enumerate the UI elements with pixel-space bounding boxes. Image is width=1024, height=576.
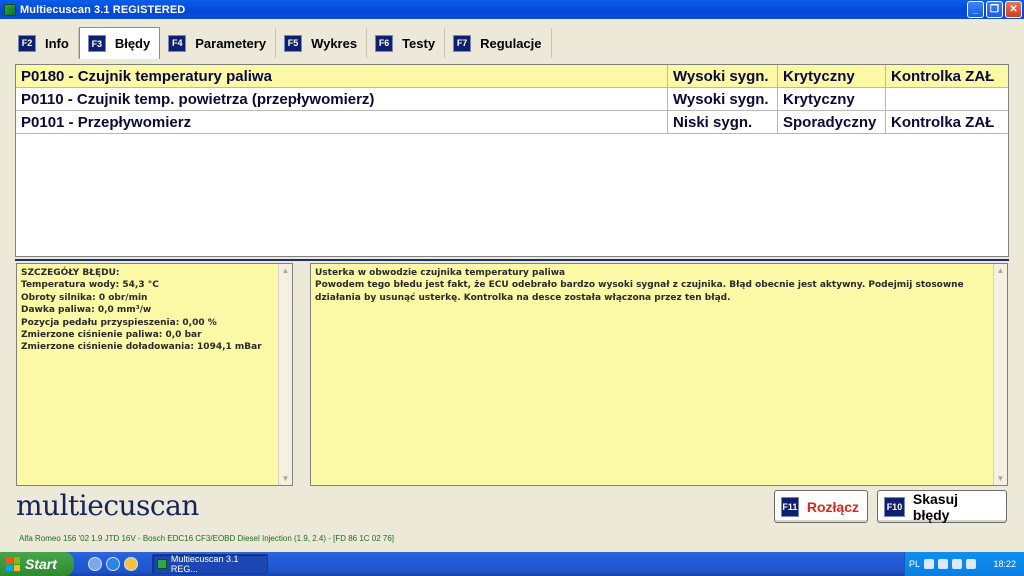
- function-key-badge: F3: [87, 35, 106, 52]
- description-text: Powodem tego błedu jest fakt, że ECU ode…: [315, 280, 964, 303]
- maximize-button[interactable]: ❐: [986, 1, 1003, 18]
- details-line: Obroty silnika: 0 obr/min: [21, 292, 148, 303]
- close-button[interactable]: ✕: [1005, 1, 1022, 18]
- task-label: Multiecuscan 3.1 REG...: [170, 554, 239, 574]
- taskbar-item-multiecuscan[interactable]: Multiecuscan 3.1 REG...: [152, 554, 268, 574]
- fault-lamp: Kontrolka ZAŁ: [886, 111, 1008, 134]
- description-title: Usterka w obwodzie czujnika temperatury …: [315, 268, 566, 278]
- fault-signal: Wysoki sygn.: [668, 65, 778, 88]
- volume-icon[interactable]: [966, 559, 977, 569]
- details-line: Temperatura wody: 54,3 °C: [21, 280, 159, 291]
- fault-severity: Krytyczny: [778, 65, 886, 88]
- details-heading: SZCZEGÓŁY BŁĘDU:: [21, 268, 120, 278]
- function-key-badge: F6: [375, 34, 394, 52]
- fault-code: P0110 - Czujnik temp. powietrza (przepły…: [16, 88, 668, 111]
- app-icon: [4, 3, 16, 16]
- tab-tests[interactable]: F6 Testy: [367, 28, 446, 58]
- function-key-badge: F4: [168, 34, 187, 52]
- tab-parameters[interactable]: F4 Parametery: [160, 28, 277, 58]
- function-key-badge: F2: [18, 34, 36, 52]
- details-line: Pozycja pedału przyspieszenia: 0,00 %: [21, 317, 217, 328]
- start-label: Start: [25, 556, 57, 572]
- tab-chart[interactable]: F5 Wykres: [276, 28, 368, 58]
- show-desktop-icon[interactable]: [88, 557, 102, 571]
- fault-lamp: Kontrolka ZAŁ: [886, 65, 1008, 88]
- fault-signal: Niski sygn.: [668, 111, 778, 134]
- start-button[interactable]: Start: [0, 552, 74, 576]
- clear-errors-button[interactable]: F10 Skasuj błędy: [877, 490, 1007, 523]
- details-scrollbar[interactable]: ▲ ▼: [278, 264, 292, 485]
- tab-label: Wykres: [311, 35, 358, 51]
- fault-row[interactable]: P0110 - Czujnik temp. powietrza (przepły…: [16, 88, 1008, 111]
- scroll-down-icon[interactable]: ▼: [994, 472, 1007, 485]
- fault-lamp: [886, 88, 1008, 111]
- bluetooth-icon[interactable]: [938, 559, 949, 569]
- disconnect-label: Rozłącz: [806, 498, 859, 515]
- scroll-down-icon[interactable]: ▼: [279, 472, 292, 485]
- language-indicator[interactable]: PL: [909, 559, 920, 569]
- disconnect-button[interactable]: F11 Rozłącz: [774, 490, 868, 523]
- fault-description-panel[interactable]: Usterka w obwodzie czujnika temperatury …: [310, 263, 1008, 486]
- details-line: Zmierzone ciśnienie paliwa: 0,0 bar: [21, 330, 202, 341]
- clear-errors-label: Skasuj błędy: [912, 490, 959, 523]
- tab-adjustments[interactable]: F7 Regulacje: [445, 28, 552, 58]
- quick-launch: [88, 557, 138, 571]
- fault-code: P0101 - Przepływomierz: [16, 111, 668, 134]
- function-key-badge: F10: [884, 496, 905, 517]
- media-player-icon[interactable]: [124, 557, 138, 571]
- window-title: Multiecuscan 3.1 REGISTERED: [20, 3, 186, 16]
- details-line: Dawka paliwa: 0,0 mm³/w: [21, 305, 152, 316]
- panel-divider: [15, 259, 1009, 261]
- multiecuscan-logo: multiecuscan: [16, 489, 199, 522]
- tab-bar: F2 Info F3 Błędy F4 Parametery F5 Wykres…: [10, 27, 552, 59]
- function-key-badge: F11: [781, 496, 799, 517]
- internet-explorer-icon[interactable]: [106, 557, 120, 571]
- fault-severity: Krytyczny: [778, 88, 886, 111]
- scroll-up-icon[interactable]: ▲: [279, 264, 292, 277]
- function-key-badge: F7: [453, 34, 472, 52]
- tab-label: Parametery: [195, 35, 267, 51]
- window-controls: _ ❐ ✕: [967, 1, 1022, 18]
- title-bar: Multiecuscan 3.1 REGISTERED _ ❐ ✕: [0, 0, 1024, 19]
- tab-label: Regulacje: [480, 35, 542, 51]
- tray-icon[interactable]: [924, 559, 935, 569]
- tab-info[interactable]: F2 Info: [10, 28, 79, 58]
- minimize-button[interactable]: _: [967, 1, 984, 18]
- fault-row[interactable]: P0101 - Przepływomierz Niski sygn. Spora…: [16, 111, 1008, 134]
- fault-row[interactable]: P0180 - Czujnik temperatury paliwa Wysok…: [16, 65, 1008, 88]
- clock[interactable]: 18:22: [993, 559, 1016, 569]
- taskbar: Start Multiecuscan 3.1 REG... PL 18:22: [0, 552, 1024, 576]
- windows-logo-icon: [6, 557, 20, 571]
- app-icon: [157, 559, 167, 569]
- system-tray: PL 18:22: [904, 552, 1024, 576]
- description-scrollbar[interactable]: ▲ ▼: [993, 264, 1007, 485]
- tab-errors[interactable]: F3 Błędy: [78, 27, 161, 59]
- fault-details-panel[interactable]: SZCZEGÓŁY BŁĘDU: Temperatura wody: 54,3 …: [16, 263, 293, 486]
- details-line: Zmierzone ciśnienie doładowania: 1094,1 …: [21, 342, 262, 353]
- fault-signal: Wysoki sygn.: [668, 88, 778, 111]
- vehicle-status: Alfa Romeo 156 '02 1.9 JTD 16V - Bosch E…: [19, 534, 395, 543]
- network-icon[interactable]: [952, 559, 963, 569]
- tab-label: Info: [45, 35, 69, 51]
- scroll-up-icon[interactable]: ▲: [994, 264, 1007, 277]
- fault-list: P0180 - Czujnik temperatury paliwa Wysok…: [15, 64, 1009, 257]
- fault-severity: Sporadyczny: [778, 111, 886, 134]
- fault-code: P0180 - Czujnik temperatury paliwa: [16, 65, 668, 88]
- function-key-badge: F5: [284, 34, 303, 52]
- tab-label: Testy: [402, 35, 436, 51]
- tab-label: Błędy: [114, 36, 151, 51]
